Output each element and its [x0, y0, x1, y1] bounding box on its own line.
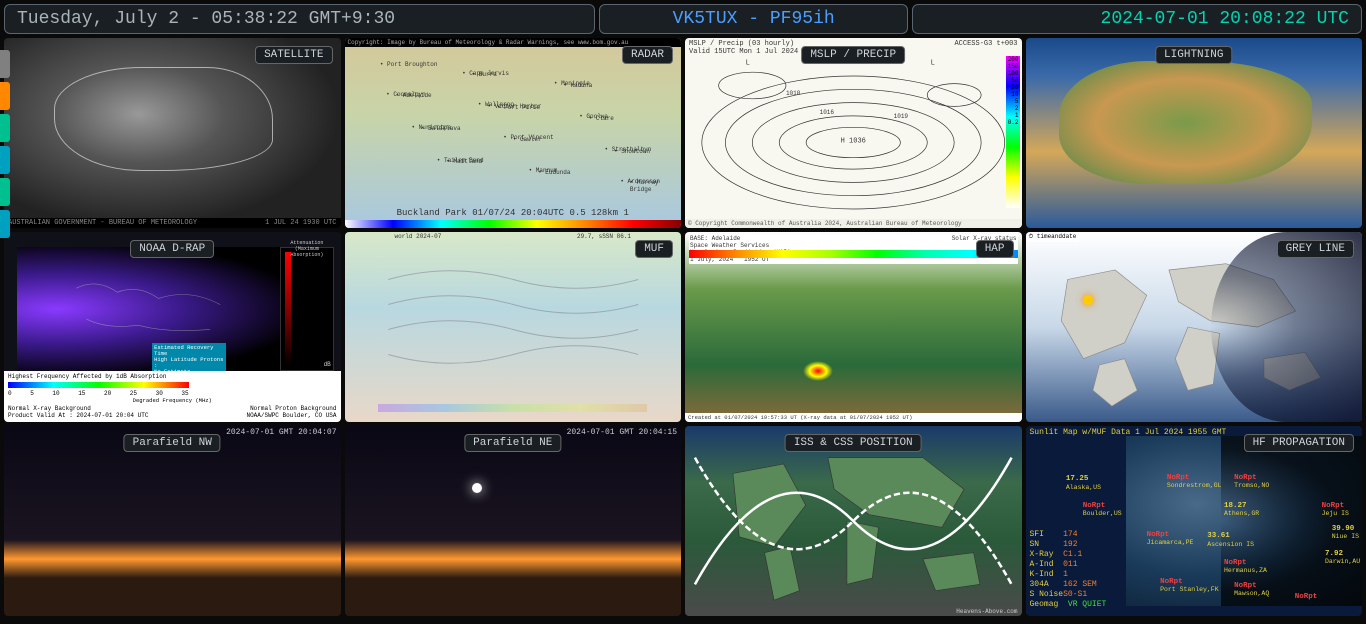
- hap-footer: Created at 01/07/2024 19:57:33 UT (X-ray…: [685, 413, 1022, 422]
- mslp-footer: © Copyright Commonwealth of Australia 20…: [685, 219, 1022, 228]
- hap-hotspot: [803, 361, 833, 381]
- mslp-precip-scale: 2001501005020105210.2: [1006, 56, 1020, 208]
- tile-label: HF PROPAGATION: [1244, 434, 1354, 452]
- svg-text:L: L: [931, 60, 935, 68]
- radar-place-label: • Wallaroo: [478, 101, 514, 108]
- cam-timestamp: 2024-07-01 GMT 20:04:07: [226, 428, 336, 437]
- tile-muf[interactable]: world 2024-0729.7, sSSN 86.1 MUF: [345, 232, 682, 422]
- tile-hap[interactable]: BASE: Adelaide Space Weather Services Ho…: [685, 232, 1022, 422]
- hf-station: 18.27Athens,GR: [1224, 502, 1259, 519]
- dashboard-grid: SATELLITE AUSTRALIAN GOVERNMENT - BUREAU…: [0, 38, 1366, 620]
- tile-label: MSLP / PRECIP: [801, 46, 905, 64]
- muf-header: world 2024-0729.7, sSSN 86.1: [345, 232, 682, 241]
- sidebar-tab[interactable]: [0, 50, 10, 78]
- svg-text:1019: 1019: [894, 113, 909, 120]
- local-time: Tuesday, July 2 - 05:38:22 GMT+9:30: [4, 4, 595, 34]
- radar-place-label: • Cape Jervis: [462, 70, 509, 77]
- tile-label: RADAR: [622, 46, 673, 64]
- hf-station: 39.90Niue IS: [1332, 525, 1359, 542]
- moon-icon: [472, 483, 482, 493]
- utc-time: 2024-07-01 20:08:22 UTC: [912, 4, 1362, 34]
- tile-radar[interactable]: Copyright: Image by Bureau of Meteorolog…: [345, 38, 682, 228]
- hf-solar-stats: SFI 174SN 192X-Ray C1.1A-Ind 011K-Ind 13…: [1030, 530, 1107, 610]
- isobar-lines: H 1036 L L 1010 1016 1019: [685, 38, 1022, 228]
- callsign-grid: VK5TUX - PF95ih: [599, 4, 908, 34]
- radar-footer: Buckland Park 01/07/24 20:04UTC 0.5 128k…: [345, 208, 682, 218]
- cam-timestamp: 2024-07-01 GMT 20:04:15: [567, 428, 677, 437]
- tile-label: SATELLITE: [255, 46, 332, 64]
- sidebar-tab[interactable]: [0, 210, 10, 238]
- hf-station: NoRptTromso,NO: [1234, 474, 1269, 491]
- tile-label: Parafield NE: [464, 434, 561, 452]
- hap-header: BASE: Adelaide Space Weather Services Ho…: [689, 234, 1018, 264]
- radar-place-label: • Port Broughton: [380, 61, 438, 68]
- radar-place-label: • Ardrossan: [620, 178, 660, 185]
- hf-station: 33.61Ascension IS: [1207, 532, 1254, 549]
- radar-place-label: • Tailem Bend: [437, 157, 484, 164]
- radar-place-label: • Port Vincent: [503, 134, 553, 141]
- hf-station: NoRptSondrestrom,GL: [1167, 474, 1222, 491]
- tile-parafield-ne[interactable]: 2024-07-01 GMT 20:04:15 Parafield NE: [345, 426, 682, 616]
- svg-text:L: L: [746, 60, 750, 68]
- tile-label: MUF: [635, 240, 673, 258]
- sidebar-tab[interactable]: [0, 114, 10, 142]
- tile-label: GREY LINE: [1277, 240, 1354, 258]
- sidebar-tab[interactable]: [0, 82, 10, 110]
- svg-text:H 1036: H 1036: [841, 138, 866, 146]
- svg-text:1010: 1010: [786, 90, 801, 97]
- muf-contours: [355, 242, 672, 392]
- tile-noaa-drap[interactable]: NOAA D-RAP Attenuation (Maximum Absorpti…: [4, 232, 341, 422]
- australia-outline: [54, 67, 273, 172]
- hf-station: NoRptJeju IS: [1322, 502, 1349, 519]
- tile-greyline[interactable]: ⏱ timeanddate GREY LINE: [1026, 232, 1363, 422]
- hf-station: NoRptMawson,AQ: [1234, 582, 1269, 599]
- hf-station: NoRptHermanus,ZA: [1224, 559, 1267, 576]
- hf-station: NoRpt: [1295, 593, 1318, 601]
- radar-place-label: • Meningie: [554, 80, 590, 87]
- tile-label: LIGHTNING: [1155, 46, 1232, 64]
- hf-station: NoRptPort Stanley,FK: [1160, 578, 1219, 595]
- hf-station: 7.92Darwin,AU: [1325, 550, 1360, 567]
- night-shadow: [1211, 232, 1362, 422]
- drap-world-map: [17, 247, 279, 371]
- iss-source: Heavens-Above.com: [956, 608, 1017, 615]
- tile-label: NOAA D-RAP: [130, 240, 214, 258]
- australia-terrain: [1059, 61, 1311, 185]
- tile-label: HAP: [976, 240, 1014, 258]
- radar-place-label: • Nuriootpa: [411, 124, 451, 131]
- svg-text:1016: 1016: [820, 109, 835, 116]
- radar-places: • Port Broughton• Port Pirie• Snowtown• …: [355, 53, 672, 203]
- radar-place-label: • Strathalbyn: [605, 146, 652, 153]
- drap-attenuation-legend: Attenuation (Maximum Absorption) dB: [280, 247, 334, 371]
- muf-color-scale: [378, 404, 647, 412]
- tile-mslp[interactable]: MSLP / Precip (03 hourly)Valid 15UTC Mon…: [685, 38, 1022, 228]
- radar-place-label: • Goolwa: [579, 113, 608, 120]
- header-bar: Tuesday, July 2 - 05:38:22 GMT+9:30 VK5T…: [0, 0, 1366, 38]
- hf-station: NoRptJicamarca,PE: [1147, 531, 1194, 548]
- iss-orbit: [685, 426, 1022, 616]
- tile-parafield-nw[interactable]: 2024-07-01 GMT 20:04:07 Parafield NW: [4, 426, 341, 616]
- tile-lightning[interactable]: LIGHTNING: [1026, 38, 1363, 228]
- sidebar-tab[interactable]: [0, 146, 10, 174]
- satellite-footer: AUSTRALIAN GOVERNMENT - BUREAU OF METEOR…: [4, 218, 341, 228]
- drap-footer: Highest Frequency Affected by 1dB Absorp…: [4, 371, 341, 422]
- tile-satellite[interactable]: SATELLITE AUSTRALIAN GOVERNMENT - BUREAU…: [4, 38, 341, 228]
- tile-label: ISS & CSS POSITION: [785, 434, 922, 452]
- tile-label: Parafield NW: [124, 434, 221, 452]
- sidebar-tab[interactable]: [0, 178, 10, 206]
- sidebar-tabs: [0, 50, 12, 238]
- sun-icon: [1083, 295, 1093, 305]
- hap-freq-scale: [689, 250, 1018, 258]
- radar-place-label: • Coonalpyn: [386, 91, 426, 98]
- hf-station: 17.25Alaska,US: [1066, 475, 1101, 492]
- hf-station: NoRptBoulder,US: [1083, 502, 1122, 519]
- radar-color-scale: [345, 220, 682, 228]
- radar-place-label: • Mannum: [529, 167, 558, 174]
- tile-iss-position[interactable]: ISS & CSS POSITION Heavens-Above.com: [685, 426, 1022, 616]
- hfprop-night: [1221, 436, 1362, 606]
- tile-hf-propagation[interactable]: Sunlit Map w/MUF Data 1 Jul 2024 1955 GM…: [1026, 426, 1363, 616]
